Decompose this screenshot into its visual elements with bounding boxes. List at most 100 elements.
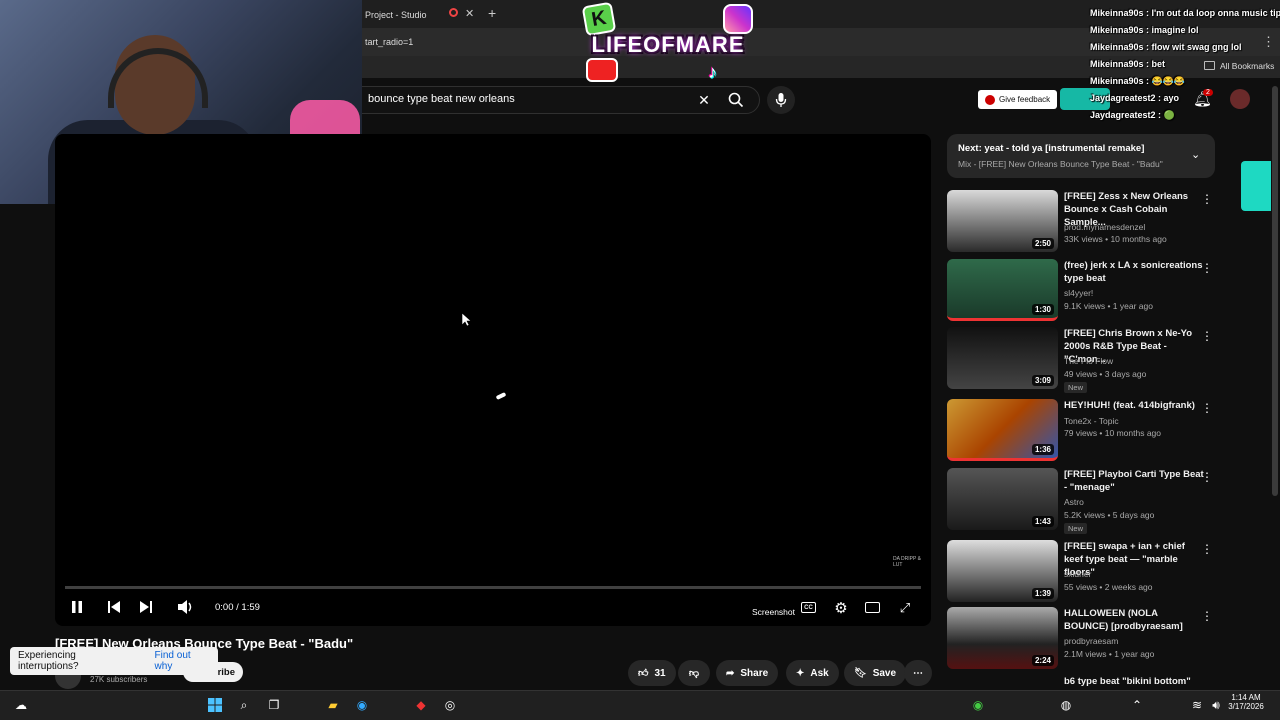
start-icon[interactable] <box>206 696 224 714</box>
search-input[interactable]: bounce type beat new orleans <box>368 93 515 105</box>
chrome-icon[interactable]: ◉ <box>969 696 987 714</box>
obs-icon[interactable]: ◍ <box>1057 696 1075 714</box>
video-title[interactable]: (free) jerk x LA x sonicreations type be… <box>1064 259 1204 285</box>
find-out-why-link[interactable]: Find out why <box>155 650 210 672</box>
chat-message: Mikeinna90s : bet <box>1090 59 1166 69</box>
like-icon: 👍︎ <box>638 668 649 679</box>
all-bookmarks[interactable]: All Bookmarks <box>1220 61 1274 71</box>
like-button[interactable]: 👍︎ 31 <box>628 660 676 686</box>
video-channel[interactable]: prod.mynamesdenzel <box>1064 222 1145 232</box>
up-next-panel[interactable]: Next: yeat - told ya [instrumental remak… <box>947 134 1215 178</box>
video-channel[interactable]: sxldner <box>1064 569 1091 579</box>
settings-gear-icon[interactable]: ⚙ <box>832 599 850 617</box>
list-item[interactable]: 1:39 [FREE] swapa + ian + chief keef typ… <box>947 540 1217 606</box>
video-meta: 55 views • 2 weeks ago <box>1064 582 1153 592</box>
video-title[interactable]: [FREE] Playboi Carti Type Beat - "menage… <box>1064 468 1204 494</box>
extension-side-tab[interactable] <box>1241 161 1271 211</box>
video-thumbnail[interactable]: 1:30 <box>947 259 1058 321</box>
edge-icon[interactable]: ◉ <box>353 696 371 714</box>
browser-menu-icon[interactable]: ⋮ <box>1262 34 1275 50</box>
list-item[interactable]: 1:30 (free) jerk x LA x sonicreations ty… <box>947 259 1217 325</box>
more-options-icon[interactable]: ⋮ <box>1201 261 1213 275</box>
next-button[interactable] <box>137 598 155 616</box>
weather-icon[interactable]: ☁ <box>12 696 30 714</box>
volume-icon[interactable]: 🔊︎ <box>1207 696 1225 714</box>
video-duration: 1:39 <box>1031 588 1054 599</box>
previous-button[interactable] <box>105 598 123 616</box>
mcafee-icon[interactable]: ◆ <box>412 696 430 714</box>
video-meta: 33K views • 10 months ago <box>1064 234 1167 244</box>
chat-message: Jaydagreatest2 : ayo <box>1090 93 1180 103</box>
share-icon: ➦ <box>726 667 735 679</box>
dislike-button[interactable]: 👎︎ <box>678 660 710 686</box>
stream-logo: K LIFEOFMARE ♪ <box>578 0 758 92</box>
steam-icon[interactable]: ◎ <box>441 696 459 714</box>
new-tab-icon[interactable]: + <box>488 5 496 21</box>
video-title[interactable]: HALLOWEEN (NOLA BOUNCE) [prodbyraesam] <box>1064 607 1204 633</box>
list-item[interactable]: 2:24 HALLOWEEN (NOLA BOUNCE) [prodbyraes… <box>947 607 1217 673</box>
up-next-subtitle: Mix - [FREE] New Orleans Bounce Type Bea… <box>958 159 1163 169</box>
like-count: 31 <box>654 667 666 679</box>
list-item[interactable]: 1:43 [FREE] Playboi Carti Type Beat - "m… <box>947 468 1217 534</box>
share-button[interactable]: ➦ Share <box>716 660 779 686</box>
mouse-cursor <box>461 312 472 332</box>
up-next-title: Next: yeat - told ya [instrumental remak… <box>958 143 1145 154</box>
save-button[interactable]: 🔖︎ Save <box>844 660 907 686</box>
video-player[interactable] <box>55 134 931 626</box>
video-watermark: DA DRIPP & LUT <box>893 556 921 568</box>
video-channel[interactable]: Tone2x - Topic <box>1064 416 1119 426</box>
video-thumbnail[interactable]: 2:24 <box>947 607 1058 669</box>
clock[interactable]: 1:14 AM 3/17/2026 <box>1225 693 1267 711</box>
task-view-icon[interactable]: ❐ <box>265 696 283 714</box>
video-duration: 2:50 <box>1031 238 1054 249</box>
more-options-icon[interactable]: ⋮ <box>1201 542 1213 556</box>
file-explorer-icon[interactable]: ▰ <box>324 696 342 714</box>
pause-button[interactable] <box>68 598 86 616</box>
interruption-toast: Experiencing interruptions? Find out why <box>10 647 218 675</box>
video-channel[interactable]: Astro <box>1064 497 1084 507</box>
captions-icon[interactable]: CC <box>801 602 816 613</box>
video-thumbnail[interactable]: 1:39 <box>947 540 1058 602</box>
video-thumbnail[interactable]: 3:09 <box>947 327 1058 389</box>
chevron-down-icon[interactable]: ⌄ <box>1191 148 1200 161</box>
chevron-up-icon[interactable]: ⌃ <box>1128 696 1146 714</box>
video-title[interactable]: HEY!HUH! (feat. 414bigfrank) <box>1064 399 1204 412</box>
save-label: Save <box>872 667 897 679</box>
volume-icon[interactable] <box>176 598 196 616</box>
video-title[interactable]: b6 type beat "bikini bottom" <box>1064 676 1191 687</box>
close-tab-icon[interactable]: ✕ <box>465 7 474 20</box>
chat-message: Mikeinna90s : 😂😂😂 <box>1090 76 1186 86</box>
video-meta: 9.1K views • 1 year ago <box>1064 301 1153 311</box>
subscribe-label: ribe <box>217 666 235 678</box>
give-feedback-button[interactable]: Give feedback <box>978 90 1058 109</box>
browser-tab[interactable]: Project - Studio <box>365 4 427 26</box>
scrollbar[interactable] <box>1272 86 1278 496</box>
list-item[interactable]: 3:09 [FREE] Chris Brown x Ne-Yo 2000s R&… <box>947 327 1217 393</box>
toast-message: Experiencing interruptions? <box>18 650 79 672</box>
list-item[interactable]: 1:36 HEY!HUH! (feat. 414bigfrank) Tone2x… <box>947 399 1217 465</box>
video-channel[interactable]: The Fio Flow <box>1064 356 1113 366</box>
more-options-icon[interactable]: ⋮ <box>1201 192 1213 206</box>
search-icon[interactable]: ⌕ <box>235 696 253 714</box>
new-badge: New <box>1064 382 1088 393</box>
progress-bar[interactable] <box>65 586 921 589</box>
list-item[interactable]: 2:50 [FREE] Zess x New Orleans Bounce x … <box>947 190 1217 256</box>
theater-mode-icon[interactable] <box>865 602 880 613</box>
video-channel[interactable]: prodbyraesam <box>1064 636 1118 646</box>
more-actions-button[interactable]: ⋯ <box>904 660 932 686</box>
ask-button[interactable]: ✦ Ask <box>786 660 839 686</box>
microphone-icon[interactable] <box>767 86 795 114</box>
more-options-icon[interactable]: ⋮ <box>1201 329 1213 343</box>
video-thumbnail[interactable]: 1:36 <box>947 399 1058 461</box>
wifi-icon[interactable]: ≋ <box>1188 696 1206 714</box>
fullscreen-icon[interactable]: ⤢ <box>896 599 914 617</box>
video-thumbnail[interactable]: 2:50 <box>947 190 1058 252</box>
screenshot-button[interactable]: Screenshot <box>752 607 795 617</box>
clock-time: 1:14 AM <box>1231 693 1261 702</box>
avatar[interactable] <box>1230 89 1250 109</box>
more-options-icon[interactable]: ⋮ <box>1201 470 1213 484</box>
more-options-icon[interactable]: ⋮ <box>1201 401 1213 415</box>
more-options-icon[interactable]: ⋮ <box>1201 609 1213 623</box>
video-thumbnail[interactable]: 1:43 <box>947 468 1058 530</box>
video-channel[interactable]: sl4yyer! <box>1064 288 1093 298</box>
